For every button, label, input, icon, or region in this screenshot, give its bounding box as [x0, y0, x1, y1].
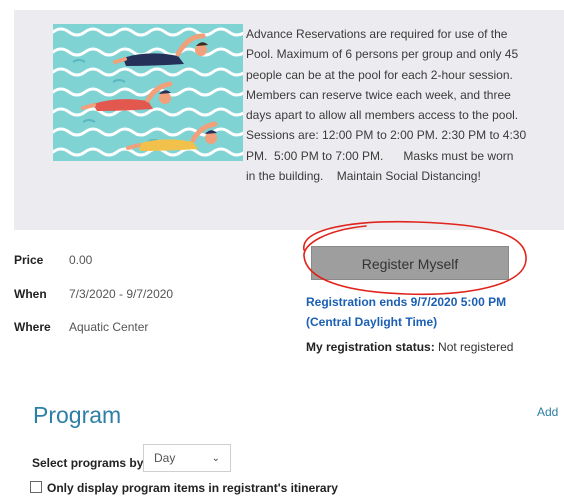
chevron-down-icon: ⌄: [211, 453, 220, 464]
description-line: PM. 5:00 PM to 7:00 PM. Masks must be wo…: [246, 148, 514, 163]
event-description: Advance Reservations are required for us…: [246, 24, 546, 186]
select-programs-dropdown[interactable]: Day ⌄: [143, 444, 231, 472]
status-value: Not registered: [438, 340, 514, 354]
swimmers-illustration: [53, 24, 243, 161]
itinerary-checkbox-label: Only display program items in registrant…: [47, 481, 338, 495]
description-line: people can be at the pool for each 2-hou…: [246, 67, 513, 82]
when-value: 7/3/2020 - 9/7/2020: [69, 287, 174, 301]
where-value: Aquatic Center: [69, 320, 149, 334]
add-link[interactable]: Add: [537, 405, 558, 419]
program-heading: Program: [33, 402, 122, 428]
description-line: in the building. Maintain Social Distanc…: [246, 169, 481, 184]
event-description-panel: Advance Reservations are required for us…: [14, 10, 564, 230]
timezone-text: (Central Daylight Time): [306, 315, 438, 329]
description-line: Sessions are: 12:00 PM to 2:00 PM. 2:30 …: [246, 128, 527, 143]
when-label: When: [14, 287, 47, 301]
registration-status: My registration status: Not registered: [306, 340, 513, 354]
description-line: Pool. Maximum of 6 persons per group and…: [246, 47, 519, 62]
description-line: days apart to allow all members access t…: [246, 108, 519, 123]
select-programs-value: Day: [154, 451, 176, 465]
status-label: My registration status:: [306, 340, 435, 354]
itinerary-filter[interactable]: Only display program items in registrant…: [30, 481, 338, 495]
description-line: Members can reserve twice each week, and…: [246, 87, 511, 102]
checkbox-icon[interactable]: [30, 481, 42, 493]
registration-deadline: Registration ends 9/7/2020 5:00 PM (Cent…: [306, 292, 506, 332]
registration-ends-text: Registration ends 9/7/2020 5:00 PM: [306, 295, 507, 309]
select-programs-label: Select programs by: [32, 456, 144, 470]
price-value: 0.00: [69, 253, 93, 267]
price-label: Price: [14, 253, 44, 267]
red-annotation-circle: [303, 220, 527, 296]
where-label: Where: [14, 320, 51, 334]
description-line: Advance Reservations are required for us…: [246, 27, 508, 41]
